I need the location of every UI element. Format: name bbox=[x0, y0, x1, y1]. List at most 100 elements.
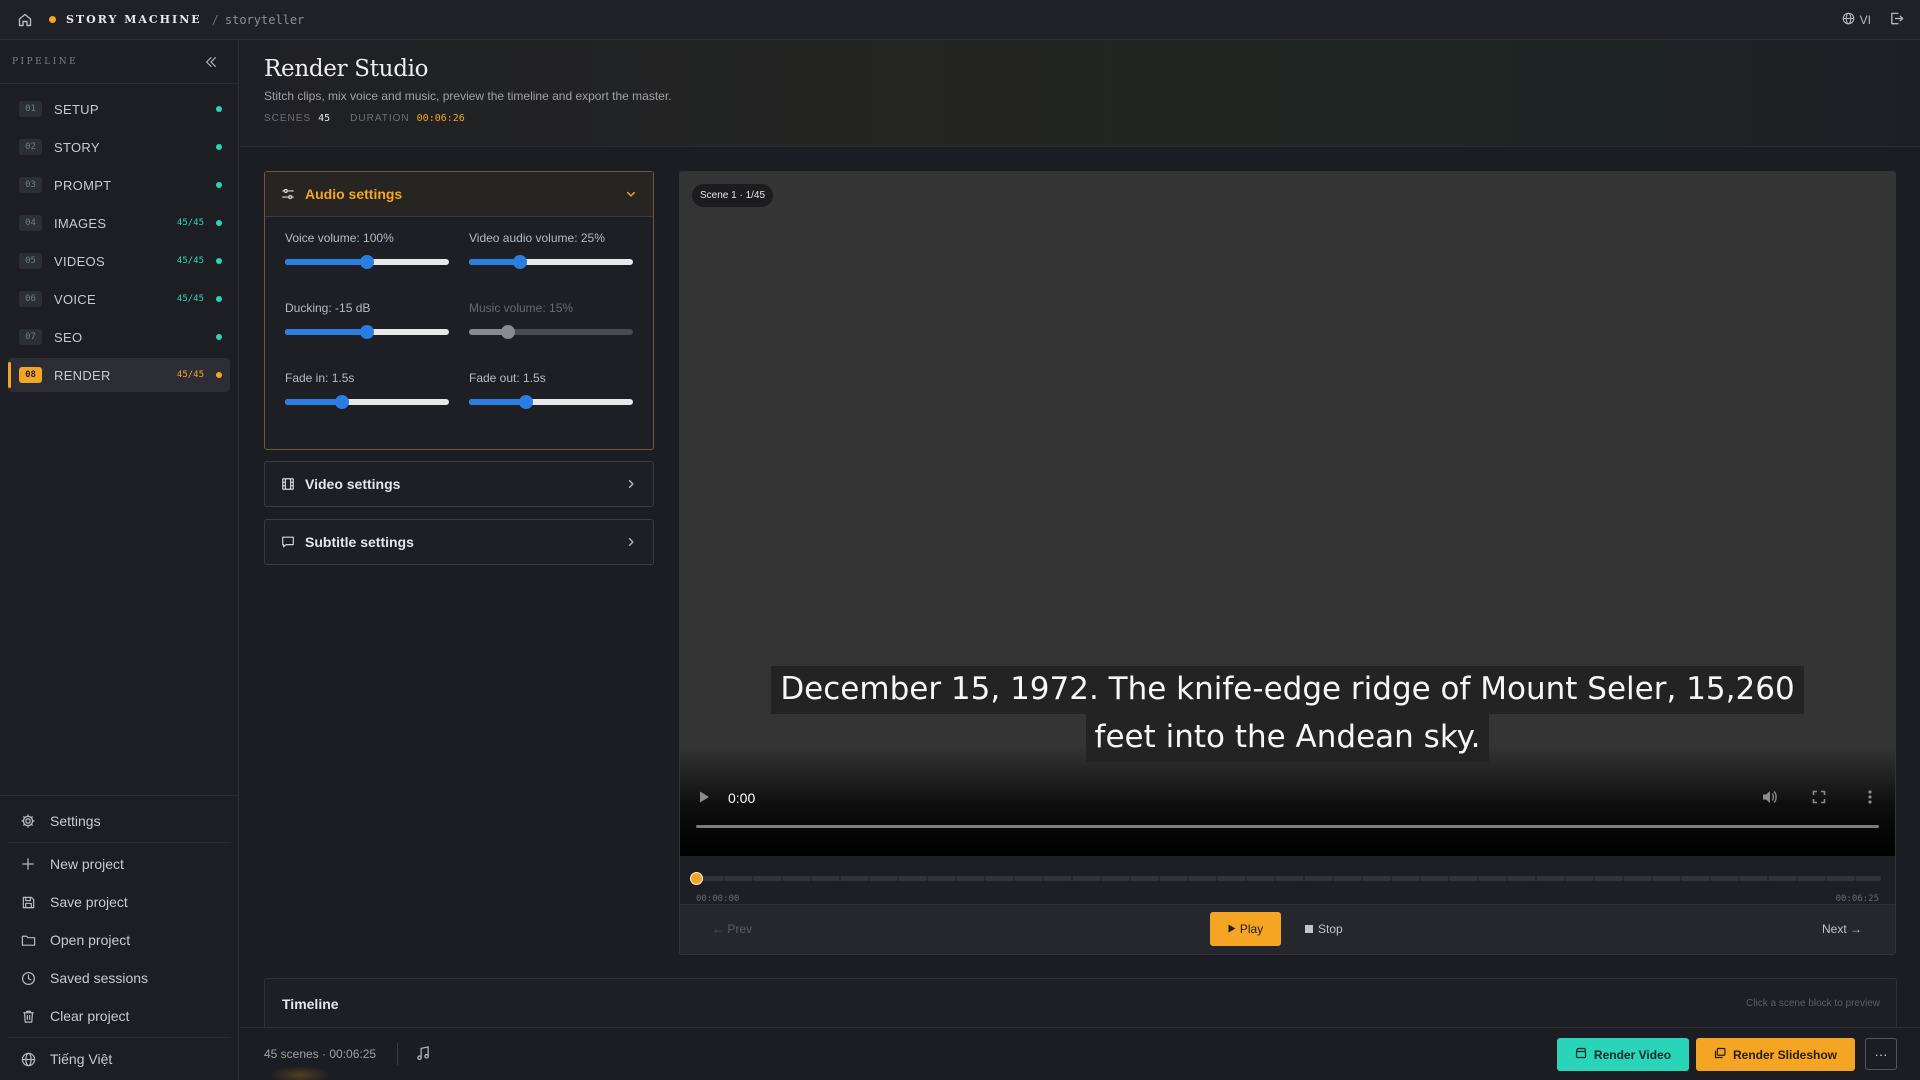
top-bar: STORY MACHINE / storyteller VI bbox=[0, 0, 1920, 40]
scrubber-thumb[interactable] bbox=[690, 872, 703, 885]
logout-icon[interactable] bbox=[1889, 11, 1904, 29]
sidebar-item-render[interactable]: 08 RENDER 45/45 bbox=[8, 358, 230, 392]
step-number: 03 bbox=[19, 177, 42, 193]
slider-thumb[interactable] bbox=[360, 325, 374, 339]
project-meta: SCENES 45 DURATION 00:06:26 bbox=[264, 113, 1896, 124]
step-status-dot bbox=[216, 372, 222, 378]
settings-button[interactable]: Settings bbox=[0, 802, 239, 840]
settings-label: Settings bbox=[50, 813, 101, 829]
bottom-bar: 45 scenes · 00:06:25 Render Video Render… bbox=[240, 1027, 1920, 1080]
voice-volume-slider[interactable] bbox=[285, 255, 449, 269]
slider-thumb[interactable] bbox=[519, 395, 534, 409]
duration-value: 00:06:26 bbox=[416, 113, 465, 124]
chevron-right-icon bbox=[625, 478, 637, 490]
sidebar-item-prompt[interactable]: 03 PROMPT bbox=[8, 168, 230, 202]
video-settings-header[interactable]: Video settings bbox=[265, 462, 653, 506]
player-progress-bar[interactable] bbox=[696, 825, 1879, 828]
step-count: 45/45 bbox=[176, 370, 204, 380]
fade-in-label: Fade in: 1.5s bbox=[285, 371, 355, 385]
clear-project-button[interactable]: Clear project bbox=[0, 997, 239, 1035]
slider-thumb bbox=[501, 325, 516, 339]
subtitle-caption: December 15, 1972. The knife-edge ridge … bbox=[680, 666, 1895, 762]
sidebar: PIPELINE 01 SETUP 02 STORY 03 PROMPT 04 … bbox=[0, 40, 239, 1080]
fade-in-control: Fade in: 1.5s bbox=[285, 371, 449, 441]
sliders-icon bbox=[281, 186, 297, 202]
play-icon[interactable] bbox=[696, 789, 712, 808]
sidebar-footer: Settings New project Save project Open p… bbox=[0, 795, 239, 1080]
step-label: SEO bbox=[54, 329, 83, 345]
ducking-label: Ducking: -15 dB bbox=[285, 301, 371, 315]
play-button[interactable]: Play bbox=[1210, 912, 1281, 946]
player-time: 0:00 bbox=[728, 790, 756, 806]
voice-volume-label: Voice volume: 100% bbox=[285, 231, 394, 245]
step-number: 05 bbox=[19, 253, 42, 269]
pipeline-steps: 01 SETUP 02 STORY 03 PROMPT 04 IMAGES 45… bbox=[0, 84, 238, 392]
sidebar-item-seo[interactable]: 07 SEO bbox=[8, 320, 230, 354]
film-icon bbox=[281, 476, 297, 492]
music-icon[interactable] bbox=[416, 1046, 430, 1064]
scene-scrubber[interactable] bbox=[690, 872, 1881, 885]
more-options-button[interactable]: ··· bbox=[1865, 1038, 1897, 1070]
ducking-slider[interactable] bbox=[285, 325, 449, 339]
save-project-button[interactable]: Save project bbox=[0, 883, 239, 921]
step-status-dot bbox=[216, 334, 222, 340]
sidebar-item-setup[interactable]: 01 SETUP bbox=[8, 92, 230, 126]
audio-settings-header[interactable]: Audio settings bbox=[265, 172, 653, 217]
sidebar-item-voice[interactable]: 06 VOICE 45/45 bbox=[8, 282, 230, 316]
new-project-button[interactable]: New project bbox=[0, 845, 239, 883]
step-status-dot bbox=[216, 258, 222, 264]
saved-sessions-label: Saved sessions bbox=[50, 970, 149, 986]
globe-icon bbox=[1842, 12, 1855, 28]
prev-scene-button[interactable]: ← Prev bbox=[712, 922, 752, 936]
timeline-title: Timeline bbox=[282, 996, 339, 1012]
sidebar-item-videos[interactable]: 05 VIDEOS 45/45 bbox=[8, 244, 230, 278]
timeline-end-time: 00:06:25 bbox=[1835, 894, 1879, 904]
play-label: Play bbox=[1239, 922, 1264, 936]
divider bbox=[8, 842, 231, 843]
step-status-dot bbox=[216, 220, 222, 226]
sidebar-item-story[interactable]: 02 STORY bbox=[8, 130, 230, 164]
playback-nav: ← Prev Play Stop Next → bbox=[680, 904, 1895, 954]
folder-icon bbox=[20, 932, 36, 948]
video-audio-volume-slider[interactable] bbox=[469, 255, 633, 269]
topbar-actions: VI bbox=[1842, 0, 1904, 40]
collapse-sidebar-icon[interactable] bbox=[204, 55, 218, 69]
divider bbox=[8, 1037, 231, 1038]
home-icon[interactable] bbox=[17, 12, 33, 28]
subtitle-settings-header[interactable]: Subtitle settings bbox=[265, 520, 653, 564]
step-status-dot bbox=[216, 144, 222, 150]
language-select[interactable]: Tiếng Việt bbox=[0, 1040, 239, 1078]
language-switch-button[interactable]: VI bbox=[1842, 12, 1871, 28]
slider-thumb[interactable] bbox=[360, 255, 374, 269]
slider-thumb[interactable] bbox=[512, 255, 527, 269]
video-player[interactable]: Scene 1 · 1/45 December 15, 1972. The kn… bbox=[680, 172, 1895, 856]
fullscreen-icon[interactable] bbox=[1811, 789, 1827, 808]
next-scene-button[interactable]: Next → bbox=[1822, 922, 1862, 936]
step-count: 45/45 bbox=[176, 218, 204, 228]
step-label: PROMPT bbox=[54, 177, 112, 193]
video-audio-volume-label: Video audio volume: 25% bbox=[469, 231, 605, 245]
slider-thumb[interactable] bbox=[335, 395, 350, 409]
open-project-label: Open project bbox=[50, 932, 131, 948]
main-content: Render Studio Stitch clips, mix voice an… bbox=[240, 40, 1920, 1080]
scene-badge: Scene 1 · 1/45 bbox=[692, 184, 774, 207]
volume-icon[interactable] bbox=[1761, 789, 1779, 808]
step-number: 04 bbox=[19, 215, 42, 231]
more-vertical-icon[interactable] bbox=[1867, 789, 1873, 808]
clear-project-label: Clear project bbox=[50, 1008, 130, 1024]
sidebar-item-images[interactable]: 04 IMAGES 45/45 bbox=[8, 206, 230, 240]
fade-out-label: Fade out: 1.5s bbox=[469, 371, 546, 385]
breadcrumb-project[interactable]: storyteller bbox=[225, 13, 304, 27]
stop-button[interactable]: Stop bbox=[1305, 922, 1343, 936]
saved-sessions-button[interactable]: Saved sessions bbox=[0, 959, 239, 997]
step-label: STORY bbox=[54, 139, 100, 155]
stop-icon bbox=[1305, 925, 1313, 933]
render-slideshow-button[interactable]: Render Slideshow bbox=[1696, 1038, 1855, 1071]
decorative-glow bbox=[270, 1066, 330, 1080]
step-number: 06 bbox=[19, 291, 42, 307]
fade-out-slider[interactable] bbox=[469, 395, 633, 409]
fade-in-slider[interactable] bbox=[285, 395, 449, 409]
render-video-button[interactable]: Render Video bbox=[1557, 1038, 1689, 1071]
open-project-button[interactable]: Open project bbox=[0, 921, 239, 959]
video-settings-panel: Video settings bbox=[264, 461, 654, 507]
